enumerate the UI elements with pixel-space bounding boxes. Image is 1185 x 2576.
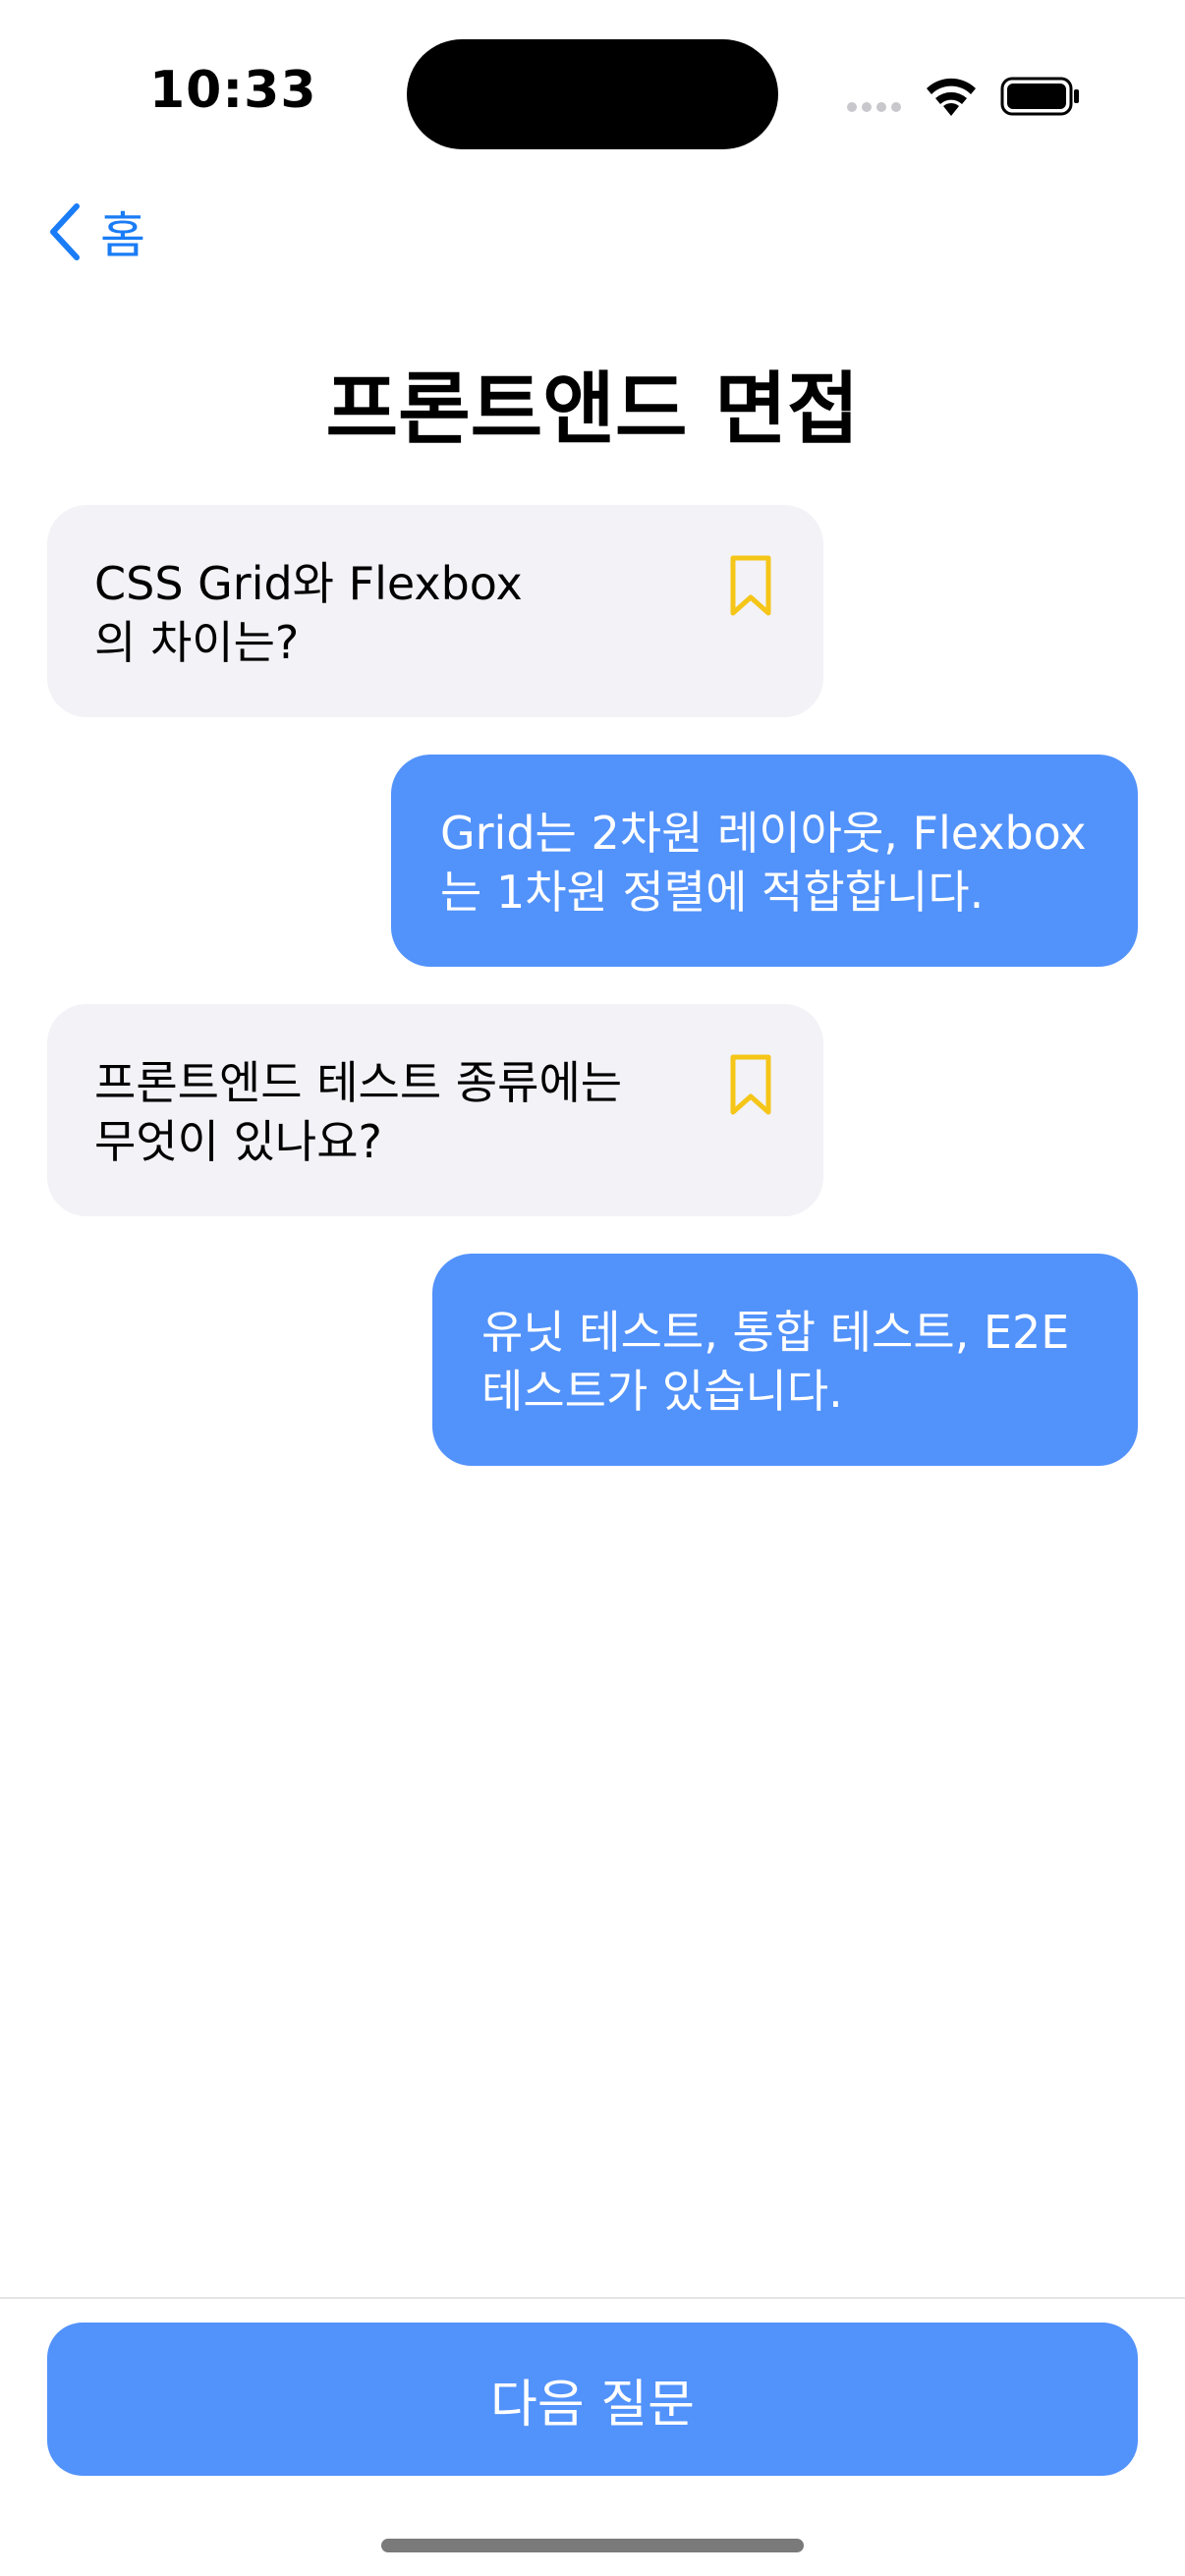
home-indicator — [381, 2539, 804, 2552]
chevron-left-icon — [50, 203, 80, 260]
answer-bubble: Grid는 2차원 레이아웃, Flexbox 는 1차원 정렬에 적합합니다. — [391, 755, 1138, 967]
question-bubble: 프론트엔드 테스트 종류에는 무엇이 있나요? — [47, 1004, 823, 1216]
question-bubble: CSS Grid와 Flexbox 의 차이는? — [47, 505, 823, 717]
screen: 10:33 홈 프론트앤드 면접 CSS Grid와 Flexbox 의 차이는… — [0, 0, 1185, 2576]
bookmark-icon[interactable] — [727, 1053, 774, 1118]
next-question-button[interactable]: 다음 질문 — [47, 2323, 1138, 2476]
back-label: 홈 — [100, 207, 145, 264]
wifi-icon — [927, 78, 976, 116]
answer-bubble: 유닛 테스트, 통합 테스트, E2E 테스트가 있습니다. — [432, 1254, 1138, 1466]
answer-text: 유닛 테스트, 통합 테스트, E2E 테스트가 있습니다. — [481, 1306, 1070, 1418]
question-text: 프론트엔드 테스트 종류에는 무엇이 있나요? — [94, 1056, 623, 1168]
question-text: CSS Grid와 Flexbox 의 차이는? — [94, 557, 523, 669]
back-button[interactable]: 홈 — [47, 196, 145, 267]
page-title: 프론트앤드 면접 — [325, 364, 860, 455]
cellular-signal-icon — [847, 102, 901, 112]
dynamic-island — [407, 39, 778, 149]
answer-text: Grid는 2차원 레이아웃, Flexbox 는 1차원 정렬에 적합합니다. — [440, 807, 1087, 919]
bookmark-icon[interactable] — [727, 554, 774, 619]
battery-icon — [1000, 77, 1079, 116]
status-time: 10:33 — [149, 61, 317, 120]
footer-divider — [0, 2297, 1185, 2299]
